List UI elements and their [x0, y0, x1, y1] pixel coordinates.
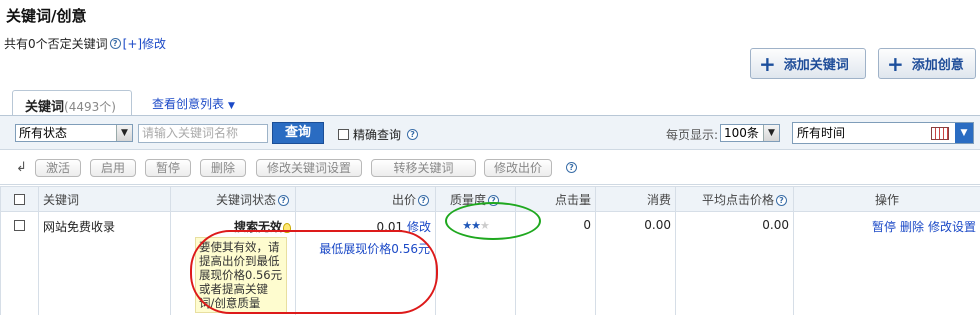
chevron-down-icon[interactable]: ▼ [955, 123, 973, 143]
query-button[interactable]: 查询 [272, 122, 324, 144]
pause-button[interactable]: 暂停 [145, 159, 191, 177]
green-highlight-annotation [445, 202, 541, 240]
red-highlight-annotation [190, 230, 438, 314]
calendar-icon[interactable] [931, 127, 949, 140]
row-select-cell [0, 211, 39, 315]
per-page-value: 100条 [724, 126, 759, 140]
add-creative-label: 添加创意 [911, 58, 964, 73]
chevron-down-icon: ▼ [116, 125, 132, 141]
batch-actions-bar: ↲ 激活 启用 暂停 删除 修改关键词设置 转移关键词 修改出价 ? [0, 150, 980, 185]
cost-cell: 0.00 [595, 211, 676, 315]
exact-query-checkbox[interactable] [338, 129, 349, 140]
header-bid-label: 出价 [391, 192, 416, 207]
header-cost: 消费 [595, 186, 676, 212]
time-range-select[interactable]: 所有时间 ▼ [792, 122, 974, 144]
modify-keyword-settings-button[interactable]: 修改关键词设置 [256, 159, 362, 177]
help-icon[interactable]: ? [278, 194, 289, 206]
plus-icon: + [887, 51, 904, 76]
per-page-select[interactable]: 100条 ▼ [720, 124, 780, 142]
time-range-value: 所有时间 [797, 126, 846, 140]
modify-settings-link[interactable]: 修改设置 [928, 220, 976, 234]
chevron-down-icon: ▼ [228, 101, 235, 111]
enable-button[interactable]: 启用 [90, 159, 136, 177]
exact-query-option: 精确查询 ? [338, 126, 420, 143]
help-icon[interactable]: ? [418, 194, 429, 206]
keyword-search-input[interactable]: 请输入关键词名称 [138, 124, 268, 143]
tab-keywords[interactable]: 关键词(4493个) [12, 90, 132, 116]
pause-link[interactable]: 暂停 [872, 220, 896, 234]
add-keyword-label: 添加关键词 [783, 58, 849, 73]
add-creative-button[interactable]: + 添加创意 [878, 48, 976, 79]
tab-creatives-label: 查看创意列表 [152, 97, 225, 111]
plus-icon: + [759, 51, 776, 76]
select-all-cell [0, 186, 39, 212]
modify-negative-link[interactable]: [+]修改 [123, 35, 166, 52]
header-keyword-status: 关键词状态? [170, 186, 296, 212]
help-icon[interactable]: ? [776, 194, 787, 206]
row-checkbox[interactable] [14, 220, 25, 231]
filter-bar: 所有状态 ▼ 请输入关键词名称 查询 精确查询 ? 每页显示: 100条 ▼ 所… [0, 116, 980, 150]
status-select[interactable]: 所有状态 ▼ [15, 124, 133, 142]
page-title: 关键词/创意 [6, 7, 87, 25]
add-keyword-button[interactable]: + 添加关键词 [750, 48, 866, 79]
status-select-value: 所有状态 [19, 126, 68, 140]
header-avg-price: 平均点击价格? [675, 186, 794, 212]
select-all-checkbox[interactable] [14, 194, 25, 205]
header-operations: 操作 [793, 186, 980, 212]
tab-keywords-count: (4493个) [64, 100, 116, 114]
tab-creatives[interactable]: 查看创意列表 ▼ [152, 95, 235, 112]
help-icon[interactable]: ? [566, 162, 577, 173]
header-keyword: 关键词 [38, 186, 171, 212]
modify-bid-button[interactable]: 修改出价 [484, 159, 552, 177]
header-keyword-status-label: 关键词状态 [215, 192, 276, 207]
tab-keywords-label: 关键词 [25, 100, 65, 115]
operations-cell: 暂停 删除 修改设置 [793, 211, 980, 315]
negative-keywords-text: 共有0个否定关键词 [4, 37, 108, 51]
exact-query-label: 精确查询 [353, 128, 402, 142]
keyword-cell: 网站免费收录 [38, 211, 171, 315]
header-bid: 出价? [295, 186, 436, 212]
negative-keywords-summary: 共有0个否定关键词 ? [+]修改 [4, 35, 166, 52]
help-icon[interactable]: ? [407, 129, 419, 140]
avg-price-cell: 0.00 [675, 211, 794, 315]
select-arrow-icon: ↲ [16, 160, 27, 175]
chevron-down-icon: ▼ [763, 125, 779, 141]
delete-link[interactable]: 删除 [900, 220, 924, 234]
transfer-keyword-button[interactable]: 转移关键词 [371, 159, 476, 177]
delete-button[interactable]: 删除 [200, 159, 246, 177]
activate-button[interactable]: 激活 [35, 159, 81, 177]
help-icon[interactable]: ? [109, 38, 121, 49]
per-page-label: 每页显示: [666, 128, 719, 142]
header-avg-price-label: 平均点击价格 [701, 192, 774, 207]
